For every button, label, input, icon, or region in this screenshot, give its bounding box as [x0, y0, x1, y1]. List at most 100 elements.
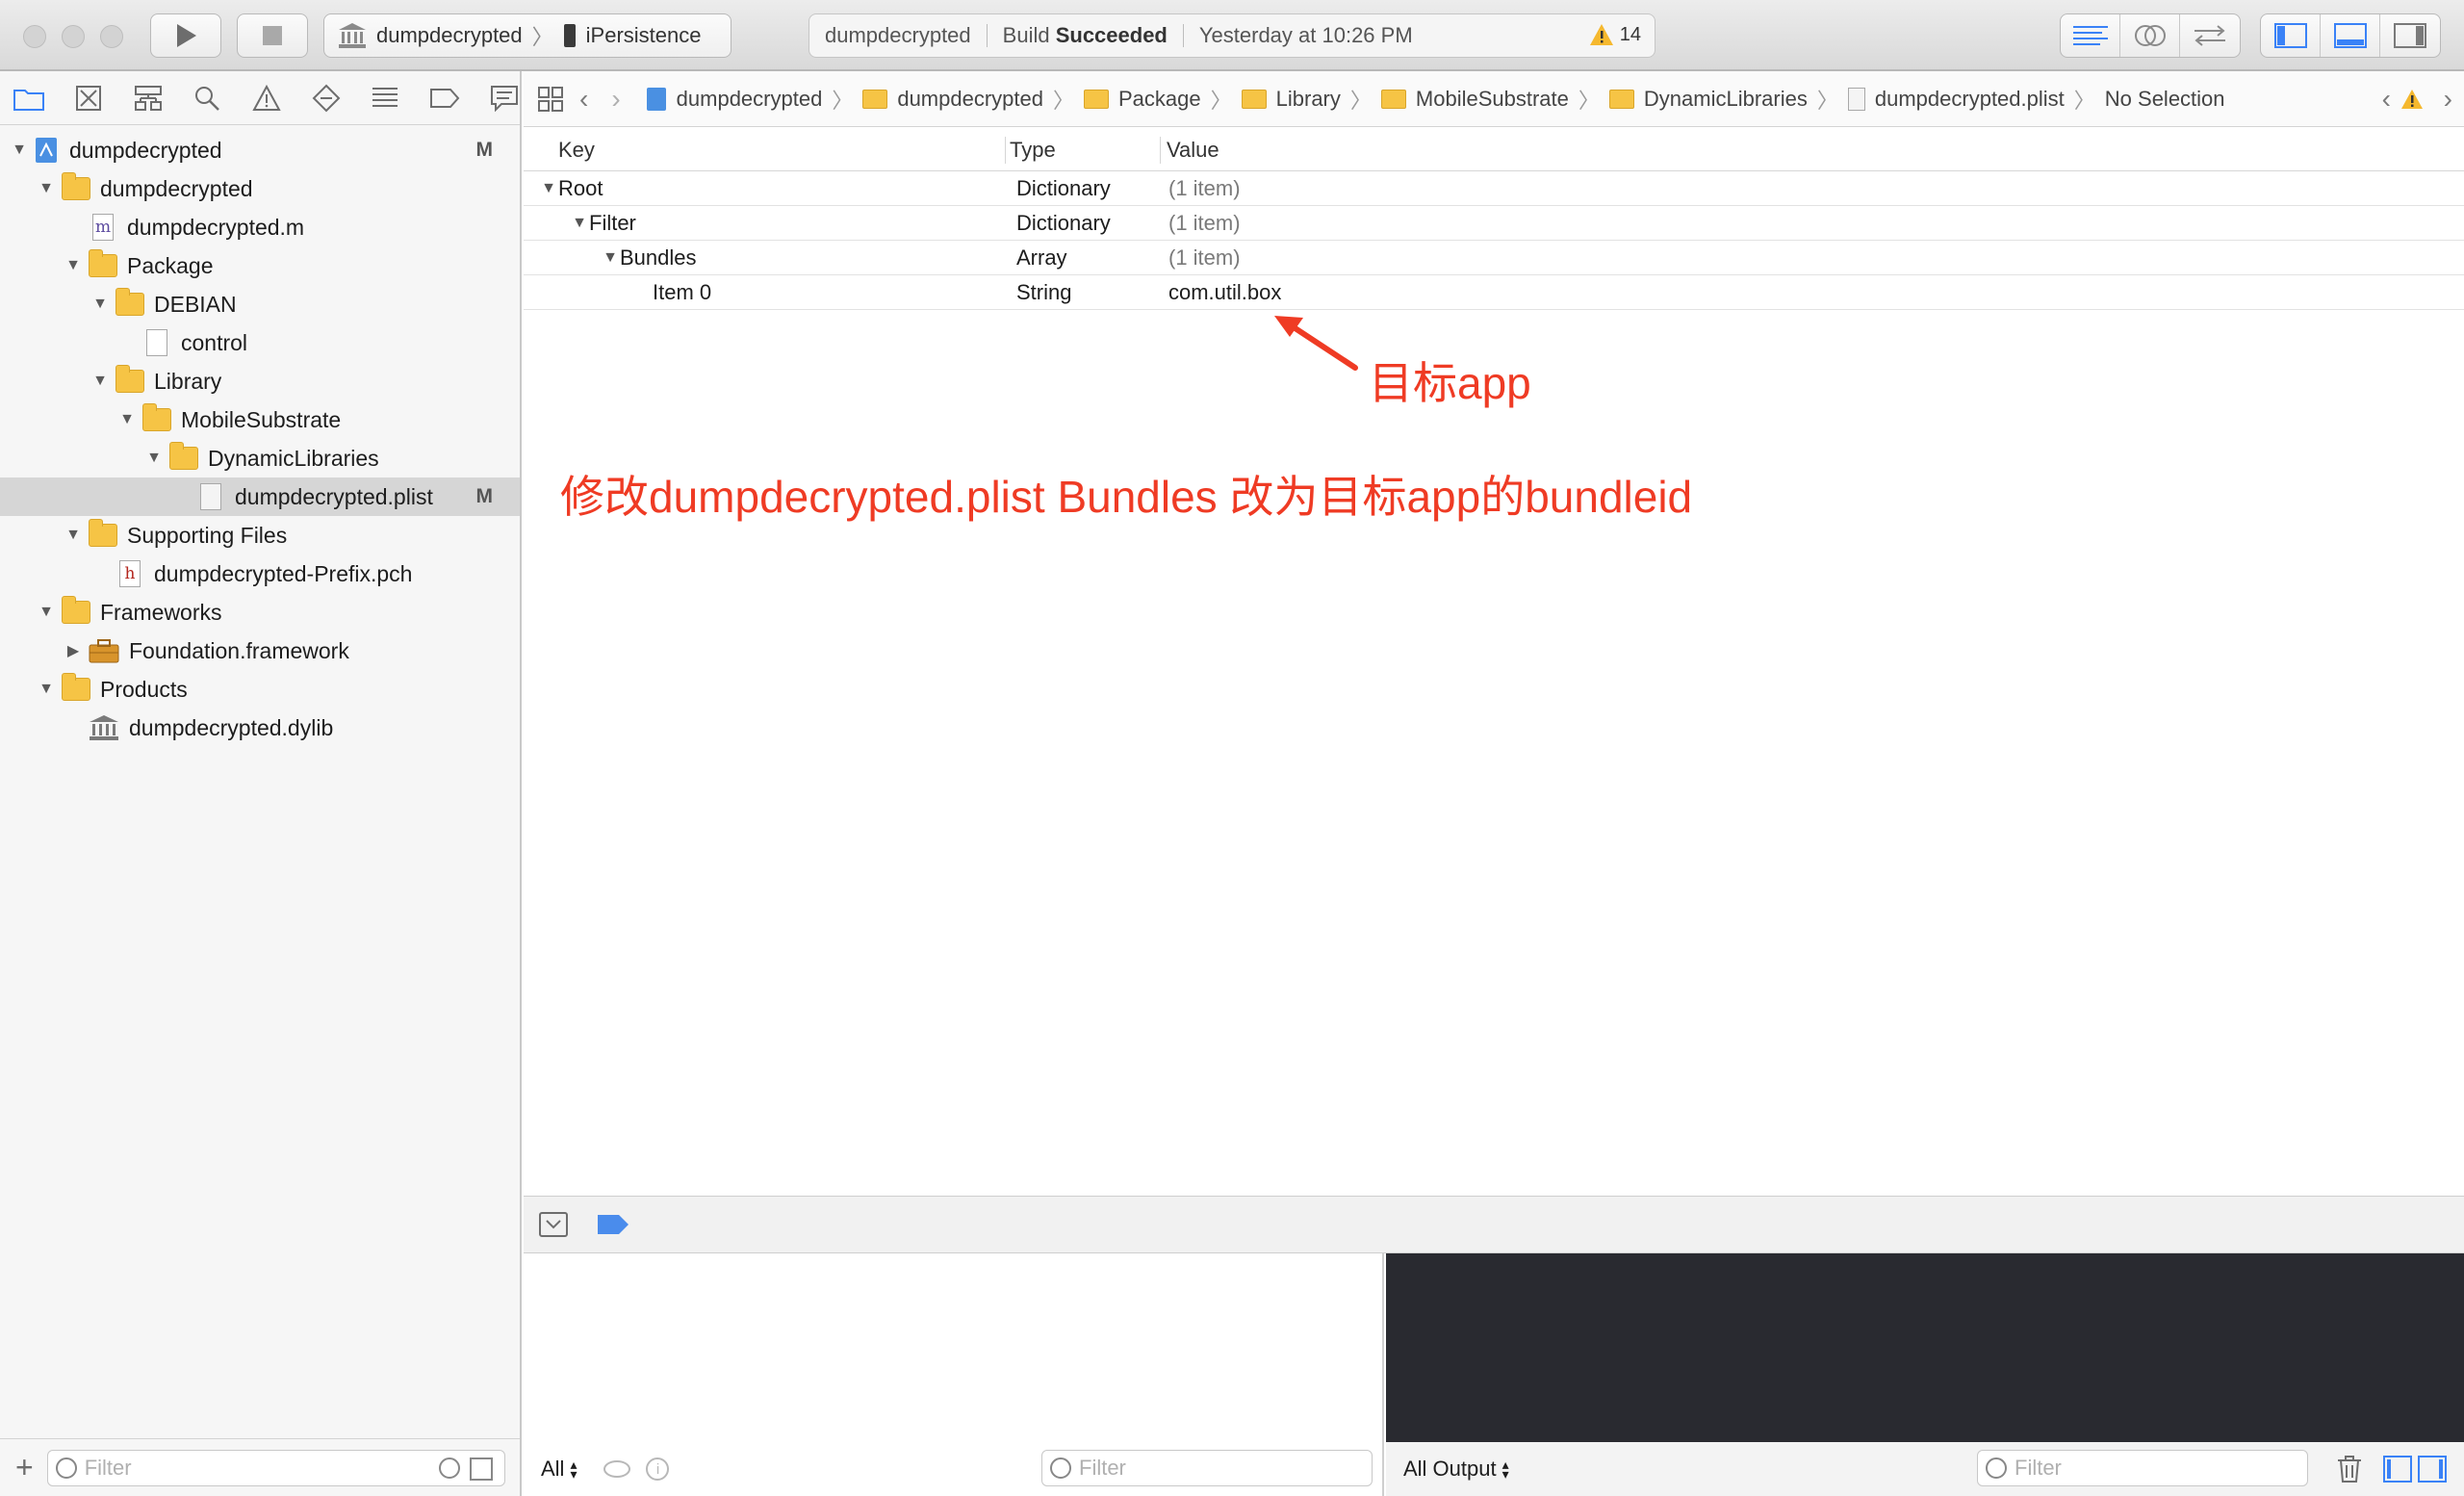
- stop-button[interactable]: [237, 13, 308, 58]
- tree-item-framework[interactable]: ▶ Foundation.framework: [0, 632, 520, 670]
- toggle-debug-area-button[interactable]: [2321, 14, 2380, 57]
- toggle-navigator-button[interactable]: [2261, 14, 2321, 57]
- plist-type[interactable]: Dictionary: [1016, 176, 1111, 200]
- recent-files-icon[interactable]: [438, 1457, 460, 1479]
- warnings-indicator[interactable]: 14: [1589, 23, 1641, 46]
- column-header-value[interactable]: Value: [1161, 138, 2464, 163]
- tree-item-group[interactable]: ▼ DynamicLibraries: [0, 439, 520, 477]
- breadcrumb-file[interactable]: dumpdecrypted.plist: [1847, 87, 2065, 112]
- scheme-selector[interactable]: dumpdecrypted 〉 iPersistence: [323, 13, 732, 58]
- plist-type[interactable]: String: [1016, 280, 1071, 304]
- console-scope-selector[interactable]: All Output ▴ ▾: [1403, 1457, 1509, 1482]
- tree-item-project[interactable]: ▼ dumpdecrypted M: [0, 131, 520, 169]
- disclosure-triangle-icon[interactable]: ▼: [601, 249, 620, 267]
- source-control-filter-icon[interactable]: [469, 1457, 493, 1481]
- breadcrumb-project[interactable]: dumpdecrypted: [646, 87, 822, 112]
- disclosure-triangle-icon[interactable]: ▼: [90, 296, 110, 313]
- disclosure-triangle-icon[interactable]: ▼: [10, 142, 29, 159]
- plist-row[interactable]: ▼ Filter Dictionary (1 item): [524, 206, 2464, 241]
- tree-item-file-selected[interactable]: dumpdecrypted.plist M: [0, 477, 520, 516]
- previous-issue-button[interactable]: ‹: [2382, 84, 2391, 115]
- disclosure-triangle-icon[interactable]: ▼: [64, 257, 83, 274]
- disclosure-triangle-icon[interactable]: ▼: [37, 681, 56, 698]
- close-window-button[interactable]: [23, 25, 46, 48]
- related-items-icon[interactable]: [537, 86, 564, 113]
- tree-item-group[interactable]: ▼ dumpdecrypted: [0, 169, 520, 208]
- tab-symbol-navigator[interactable]: [133, 83, 164, 114]
- tab-issue-navigator[interactable]: [251, 83, 282, 114]
- variables-filter-field[interactable]: Filter: [1041, 1450, 1373, 1486]
- eye-icon[interactable]: [603, 1460, 631, 1478]
- breadcrumb-selection[interactable]: No Selection: [2105, 87, 2225, 112]
- hide-debug-area-button[interactable]: [539, 1212, 568, 1237]
- tab-test-navigator[interactable]: [311, 83, 342, 114]
- navigator-filter-field[interactable]: Filter: [46, 1449, 505, 1486]
- breadcrumb-dynamiclibraries[interactable]: DynamicLibraries: [1608, 87, 1808, 112]
- split-right-icon[interactable]: [2418, 1456, 2447, 1483]
- tree-item-product[interactable]: dumpdecrypted.dylib: [0, 709, 520, 747]
- tree-item-group[interactable]: ▼ MobileSubstrate: [0, 400, 520, 439]
- column-header-key[interactable]: Key: [524, 138, 1005, 163]
- tree-item-group[interactable]: ▼ Package: [0, 246, 520, 285]
- assistant-editor-button[interactable]: [2120, 14, 2180, 57]
- plist-row[interactable]: Item 0 String com.util.box: [524, 275, 2464, 310]
- tab-breakpoint-navigator[interactable]: [429, 83, 460, 114]
- column-header-type[interactable]: Type: [1006, 138, 1160, 163]
- forward-button[interactable]: ›: [611, 84, 620, 115]
- back-button[interactable]: ‹: [579, 84, 588, 115]
- split-left-icon[interactable]: [2383, 1456, 2412, 1483]
- add-icon[interactable]: +: [15, 1450, 34, 1485]
- toggle-utilities-button[interactable]: [2380, 14, 2440, 57]
- breadcrumb-package[interactable]: Package: [1084, 87, 1201, 112]
- breakpoint-toggle-icon[interactable]: [597, 1214, 629, 1235]
- disclosure-triangle-icon[interactable]: ▼: [117, 411, 137, 428]
- disclosure-triangle-icon[interactable]: ▼: [539, 180, 558, 197]
- console-output[interactable]: [1386, 1253, 2464, 1442]
- plist-row[interactable]: ▼ Root Dictionary (1 item): [524, 171, 2464, 206]
- trash-icon[interactable]: [2337, 1456, 2362, 1483]
- breadcrumb-library[interactable]: Library: [1241, 87, 1341, 112]
- version-editor-button[interactable]: [2180, 14, 2240, 57]
- plist-value[interactable]: com.util.box: [1168, 280, 1281, 304]
- disclosure-triangle-icon[interactable]: ▼: [570, 215, 589, 232]
- next-issue-button[interactable]: ›: [2444, 84, 2452, 115]
- disclosure-triangle-icon[interactable]: ▼: [90, 373, 110, 390]
- tree-item-file[interactable]: m dumpdecrypted.m: [0, 208, 520, 246]
- disclosure-triangle-icon[interactable]: ▼: [37, 180, 56, 197]
- disclosure-triangle-icon[interactable]: ▶: [64, 641, 83, 660]
- warning-icon[interactable]: [2400, 89, 2424, 110]
- tree-item-group[interactable]: ▼ Supporting Files: [0, 516, 520, 555]
- disclosure-triangle-icon[interactable]: ▼: [37, 604, 56, 621]
- tab-find-navigator[interactable]: [192, 83, 222, 114]
- plist-row[interactable]: ▼ Bundles Array (1 item): [524, 241, 2464, 275]
- zoom-window-button[interactable]: [100, 25, 123, 48]
- plist-key[interactable]: Item 0: [653, 280, 711, 305]
- tab-project-navigator[interactable]: [13, 83, 44, 114]
- plist-key[interactable]: Bundles: [620, 245, 697, 271]
- breadcrumb-mobilesubstrate[interactable]: MobileSubstrate: [1380, 87, 1569, 112]
- breadcrumb-group[interactable]: dumpdecrypted: [862, 87, 1043, 112]
- tab-source-control[interactable]: [73, 83, 104, 114]
- tree-item-group[interactable]: ▼ Frameworks: [0, 593, 520, 632]
- minimize-window-button[interactable]: [62, 25, 85, 48]
- variables-scope-selector[interactable]: All ▴ ▾: [541, 1457, 577, 1482]
- tree-item-file[interactable]: h dumpdecrypted-Prefix.pch: [0, 555, 520, 593]
- tree-item-group[interactable]: ▼ DEBIAN: [0, 285, 520, 323]
- folder-icon: [13, 89, 44, 111]
- plist-type[interactable]: Array: [1016, 245, 1067, 270]
- disclosure-triangle-icon[interactable]: ▼: [144, 450, 164, 467]
- tab-debug-navigator[interactable]: [371, 83, 401, 114]
- tab-report-navigator[interactable]: [489, 83, 520, 114]
- disclosure-triangle-icon[interactable]: ▼: [64, 527, 83, 544]
- plist-type[interactable]: Dictionary: [1016, 211, 1111, 235]
- plist-key[interactable]: Root: [558, 176, 603, 201]
- tree-item-group[interactable]: ▼ Products: [0, 670, 520, 709]
- tree-item-file[interactable]: control: [0, 323, 520, 362]
- standard-editor-button[interactable]: [2061, 14, 2120, 57]
- plist-key[interactable]: Filter: [589, 211, 636, 236]
- run-button[interactable]: [150, 13, 221, 58]
- console-filter-field[interactable]: Filter: [1977, 1450, 2308, 1486]
- text-lines-icon: [2072, 26, 2108, 45]
- info-icon[interactable]: i: [646, 1457, 670, 1481]
- tree-item-group[interactable]: ▼ Library: [0, 362, 520, 400]
